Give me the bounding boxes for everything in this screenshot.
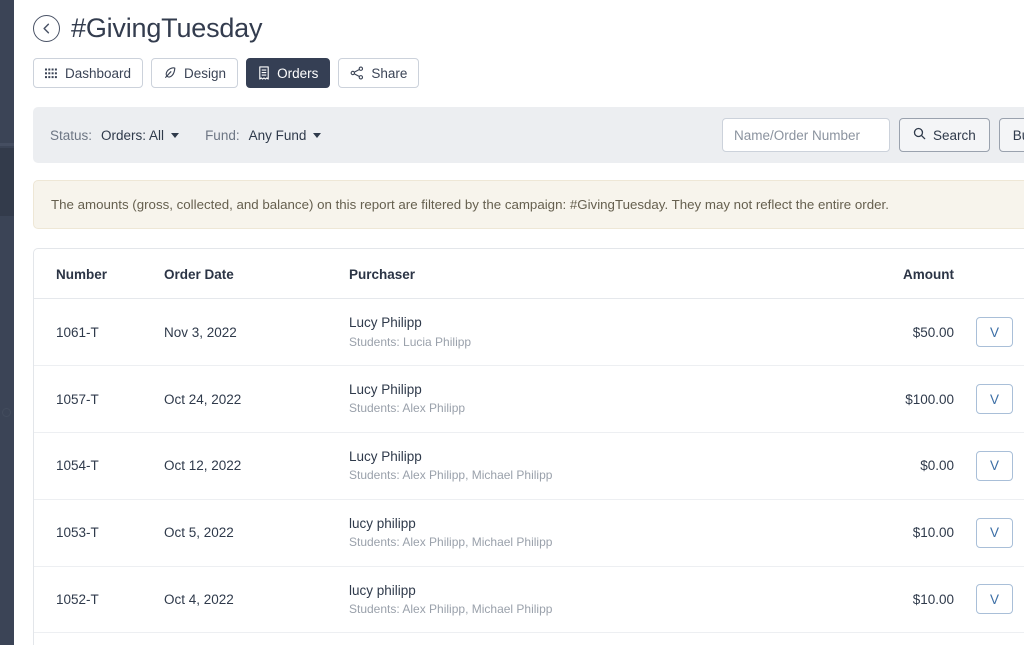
filter-bar: Status: Orders: All Fund: Any Fund Name/… [33, 107, 1024, 163]
column-header-actions [954, 249, 1024, 300]
cell-order-number: 1057-T [34, 365, 164, 433]
nav-button-design[interactable]: Design [151, 58, 239, 88]
table-row[interactable]: 1052-T Oct 4, 2022 lucy philipp Students: A… [34, 566, 1024, 634]
cell-order-number: 1053-T [34, 499, 164, 567]
view-order-button[interactable]: V [976, 450, 1014, 481]
purchaser-name: Lucy Philipp [349, 448, 422, 464]
fund-filter-dropdown[interactable]: Any Fund [249, 128, 322, 143]
cell-order-number: 1051-T [34, 632, 164, 645]
search-button-label: Search [933, 127, 976, 143]
nav-button-design-label: Design [184, 65, 227, 81]
cell-order-number: 1052-T [34, 566, 164, 634]
cell-amount: $100.00 [819, 365, 954, 433]
build-order-button-label: Build O [1012, 127, 1024, 143]
purchaser-name: lucy philipp [349, 582, 416, 598]
status-filter-dropdown[interactable]: Orders: All [101, 127, 180, 143]
grid-dots-icon [45, 68, 58, 79]
cell-amount: $10.00 [819, 499, 954, 567]
cell-order-number: 1061-T [34, 298, 164, 367]
cell-amount: $10.00 [819, 632, 954, 645]
chevron-down-icon [171, 132, 180, 138]
cell-order-number: 1054-T [34, 432, 164, 500]
table-header-row: Number Order Date Purchaser Amount [34, 249, 1024, 300]
cell-actions: V [954, 298, 1024, 367]
cell-order-date: Nov 3, 2022 [164, 298, 349, 367]
cell-purchaser: Lucy Philipp Students: Alex Philipp, Mich… [349, 432, 819, 500]
cell-actions: V [954, 432, 1024, 500]
status-filter-label: Status: [50, 127, 93, 143]
chevron-down-icon [313, 132, 322, 138]
cell-actions: V [954, 566, 1024, 634]
nav-button-dashboard[interactable]: Dashboard [33, 58, 144, 88]
cell-order-date: Oct 24, 2022 [164, 365, 349, 433]
cell-purchaser: Lucy Philipp Students: Alex Philipp [349, 365, 819, 433]
purchaser-students: Students: Alex Philipp, Michael Philipp [349, 534, 553, 549]
rail-divider [0, 143, 14, 146]
search-icon [913, 127, 926, 143]
cell-order-date: Oct 12, 2022 [164, 432, 349, 500]
rail-active-section[interactable] [0, 148, 14, 216]
view-order-button[interactable]: V [976, 584, 1014, 615]
share-nodes-icon [350, 66, 364, 80]
column-header-order-date: Order Date [164, 249, 349, 300]
orders-table: Number Order Date Purchaser Amount 1061-… [34, 249, 1024, 645]
fund-filter-label: Fund: [205, 127, 240, 143]
table-row[interactable]: 1057-T Oct 24, 2022 Lucy Philipp Students: … [34, 365, 1024, 433]
nav-button-orders[interactable]: Orders [246, 58, 331, 88]
page-content: #GivingTuesday Dashboard Design Orders S… [14, 0, 1024, 645]
cell-actions: V [954, 499, 1024, 567]
purchaser-students: Students: Alex Philipp, Michael Philipp [349, 601, 553, 616]
search-controls: Search Build O [722, 118, 1024, 152]
purchaser-students: Students: Lucia Philipp [349, 334, 472, 349]
purchaser-students: Students: Alex Philipp [349, 401, 466, 416]
view-order-button[interactable]: V [976, 517, 1014, 548]
table-row[interactable]: 1053-T Oct 5, 2022 lucy philipp Students: A… [34, 499, 1024, 567]
purchaser-name: Lucy Philipp [349, 382, 422, 398]
nav-button-orders-label: Orders [277, 65, 319, 81]
campaign-nav: Dashboard Design Orders Share [33, 58, 1024, 88]
page-header: #GivingTuesday [33, 0, 1024, 42]
cell-order-date: Oct 4, 2022 [164, 566, 349, 634]
nav-button-dashboard-label: Dashboard [65, 65, 132, 81]
cell-order-date: Oct 3, 2022 [164, 632, 349, 645]
cell-purchaser: Lucy Philipp Students: Lucia Philipp [349, 298, 819, 367]
fund-filter-value: Any Fund [248, 127, 307, 143]
back-arrow-circle-icon[interactable] [33, 15, 60, 42]
purchaser-students: Students: Alex Philipp, Michael Philipp [349, 468, 553, 483]
receipt-icon [258, 66, 270, 80]
column-header-purchaser: Purchaser [349, 249, 819, 300]
status-filter-value: Orders: All [101, 127, 165, 143]
purchaser-name: Lucy Philipp [349, 315, 422, 331]
rail-collapse-icon[interactable] [2, 408, 11, 417]
cell-amount: $0.00 [819, 432, 954, 500]
column-header-number: Number [34, 249, 164, 300]
cell-actions: V [954, 632, 1024, 645]
cell-purchaser: lucy philippStudents: Alex Philipp, Mich… [349, 632, 819, 645]
cell-amount: $10.00 [819, 566, 954, 634]
view-order-button[interactable]: V [976, 384, 1014, 414]
campaign-filter-alert: The amounts (gross, collected, and balan… [33, 180, 1024, 230]
nav-button-share-label: Share [371, 65, 408, 81]
cell-purchaser: lucy philipp Students: Alex Philipp, Mich… [349, 499, 819, 567]
cell-order-date: Oct 5, 2022 [164, 499, 349, 567]
table-row[interactable]: 1054-T Oct 12, 2022 Lucy Philipp Students: … [34, 432, 1024, 500]
cell-amount: $50.00 [819, 298, 954, 367]
column-header-amount: Amount [819, 249, 954, 300]
page-title: #GivingTuesday [71, 13, 263, 43]
cell-actions: V [954, 365, 1024, 433]
app-root: #GivingTuesday Dashboard Design Orders S… [0, 0, 1024, 645]
nav-button-share[interactable]: Share [338, 58, 420, 88]
search-input[interactable] [722, 118, 890, 152]
pen-brush-icon [163, 66, 177, 80]
orders-table-body: 1061-T Nov 3, 2022 Lucy Philipp Students: L… [34, 298, 1024, 645]
orders-table-card: Number Order Date Purchaser Amount 1061-… [33, 248, 1024, 645]
table-row[interactable]: 1051-TOct 3, 2022lucy philippStudents: A… [34, 632, 1024, 645]
table-row[interactable]: 1061-T Nov 3, 2022 Lucy Philipp Students: L… [34, 298, 1024, 367]
build-order-button[interactable]: Build O [998, 118, 1024, 152]
left-nav-rail[interactable] [0, 0, 14, 645]
search-button[interactable]: Search [899, 118, 990, 152]
cell-purchaser: lucy philipp Students: Alex Philipp, Mich… [349, 566, 819, 634]
purchaser-name: lucy philipp [349, 515, 416, 531]
view-order-button[interactable]: V [976, 317, 1014, 348]
